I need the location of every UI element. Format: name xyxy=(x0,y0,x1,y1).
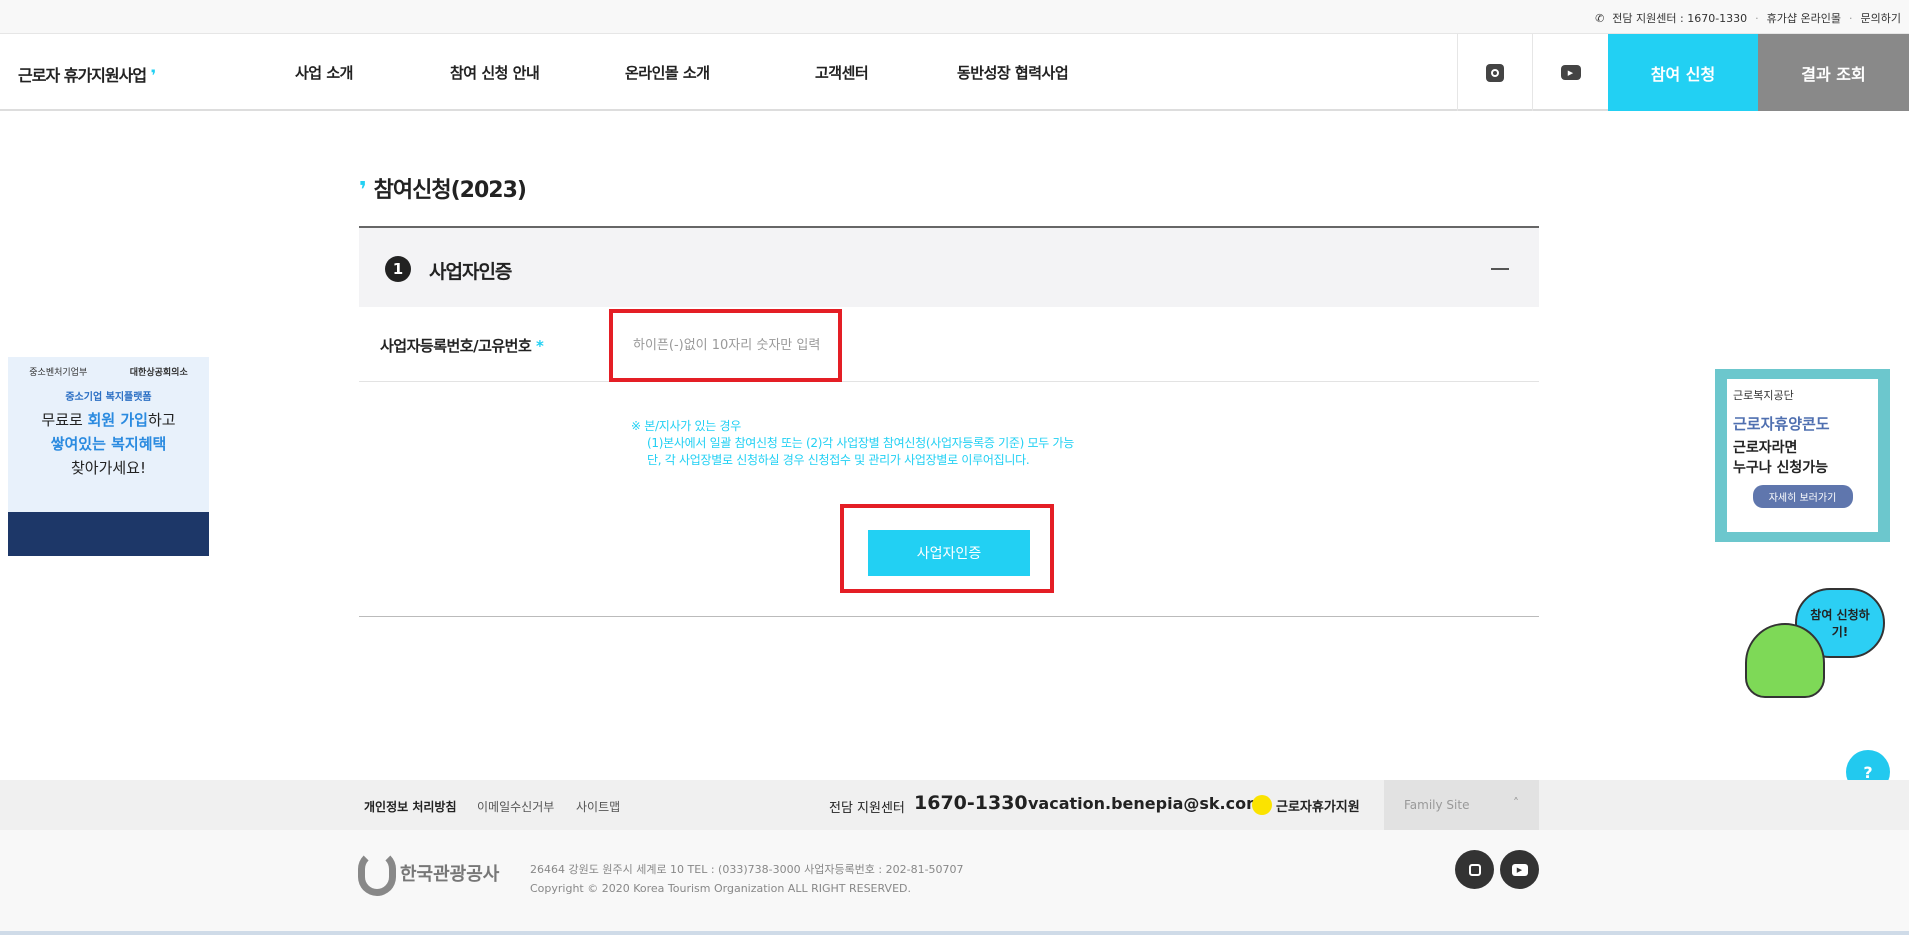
nav-customer-center[interactable]: 고객센터 xyxy=(815,62,869,83)
footer-info: 한국관광공사 26464 강원도 원주시 세계로 10 TEL : (033)7… xyxy=(0,830,1909,931)
divider xyxy=(359,616,1539,617)
nav-mall-intro[interactable]: 온라인몰 소개 xyxy=(625,62,710,83)
step-number: 1 xyxy=(385,256,411,282)
footer-copyright: Copyright © 2020 Korea Tourism Organizat… xyxy=(530,882,911,895)
apply-character-banner[interactable]: 참여 신청하기! xyxy=(1710,588,1893,698)
phone-icon: ✆ xyxy=(1595,11,1605,25)
section-header[interactable]: 1 사업자인증 xyxy=(359,226,1539,307)
youtube-button[interactable]: ▶ xyxy=(1532,34,1608,111)
kakao-icon xyxy=(1252,795,1272,815)
youtube-icon: ▶ xyxy=(1560,65,1581,80)
footer-address: 26464 강원도 원주시 세계로 10 TEL : (033)738-3000… xyxy=(530,863,964,876)
collapse-icon[interactable] xyxy=(1491,268,1509,270)
footer-instagram-button[interactable] xyxy=(1455,850,1494,889)
section-title: 사업자인증 xyxy=(429,261,512,283)
instagram-icon xyxy=(1468,863,1481,876)
business-auth-button[interactable]: 사업자인증 xyxy=(868,530,1030,576)
footer-bar: 개인정보 처리방침 이메일수신거부 사이트맵 전담 지원센터 1670-1330… xyxy=(0,780,1909,830)
site-logo[interactable]: 근로자 휴가지원사업 ❜ xyxy=(18,62,156,86)
chatbot-icon: ? xyxy=(1863,762,1873,782)
left-ad-banner[interactable]: 중소벤처기업부 대한상공회의소 중소기업 복지플랫폼 무료로 회원 가입하고 쌓여… xyxy=(8,357,209,556)
instagram-button[interactable] xyxy=(1457,34,1532,111)
support-center-text: 전담 지원센터 : 1670-1330 xyxy=(1612,12,1748,25)
online-mall-link[interactable]: 휴가샵 온라인몰 xyxy=(1767,10,1841,26)
kto-logo: 한국관광공사 xyxy=(358,850,499,896)
instagram-icon xyxy=(1486,63,1504,82)
result-button[interactable]: 결과 조회 xyxy=(1758,34,1909,111)
business-number-input[interactable] xyxy=(609,309,842,382)
kakao-channel-link[interactable]: 근로자휴가지원 xyxy=(1276,796,1360,815)
top-utility-bar: ✆ 전담 지원센터 : 1670-1330 · 휴가샵 온라인몰 · 문의하기 xyxy=(0,0,1909,34)
inquiry-link[interactable]: 문의하기 xyxy=(1861,10,1901,26)
notice-text: ※ 본/지사가 있는 경우 (1)본사에서 일괄 참여신청 또는 (2)각 사업… xyxy=(631,419,1075,467)
form-row: 사업자등록번호/고유번호 * xyxy=(359,307,1539,382)
footer-youtube-button[interactable]: ▶ xyxy=(1500,850,1539,889)
business-number-label: 사업자등록번호/고유번호 * xyxy=(380,337,544,355)
footer-sitemap-link[interactable]: 사이트맵 xyxy=(576,798,620,815)
footer-privacy-link[interactable]: 개인정보 처리방침 xyxy=(364,798,457,815)
footer-phone: 1670-1330 xyxy=(914,792,1028,814)
footer-email: vacation.benepia@sk.com xyxy=(1028,794,1263,813)
chevron-up-icon: ˄ xyxy=(1513,796,1519,810)
nav-business-intro[interactable]: 사업 소개 xyxy=(295,62,353,83)
family-site-select[interactable]: Family Site ˄ xyxy=(1384,780,1539,830)
nav-partnership[interactable]: 동반성장 협력사업 xyxy=(957,62,1069,83)
nav-apply-guide[interactable]: 참여 신청 안내 xyxy=(450,62,540,83)
page-title: ❜ 참여신청(2023) xyxy=(359,178,527,203)
apply-button[interactable]: 참여 신청 xyxy=(1608,34,1758,111)
youtube-icon: ▶ xyxy=(1511,863,1528,876)
footer-email-reject-link[interactable]: 이메일수신거부 xyxy=(477,798,554,815)
right-ad-banner[interactable]: 근로복지공단 근로자휴양콘도 근로자라면 누구나 신청가능 자세히 보러가기 xyxy=(1715,369,1890,542)
footer-center-label: 전담 지원센터 xyxy=(829,801,905,816)
bottom-strip xyxy=(0,931,1909,935)
main-header: 근로자 휴가지원사업 ❜ 사업 소개 참여 신청 안내 온라인몰 소개 고객센터… xyxy=(0,34,1909,111)
